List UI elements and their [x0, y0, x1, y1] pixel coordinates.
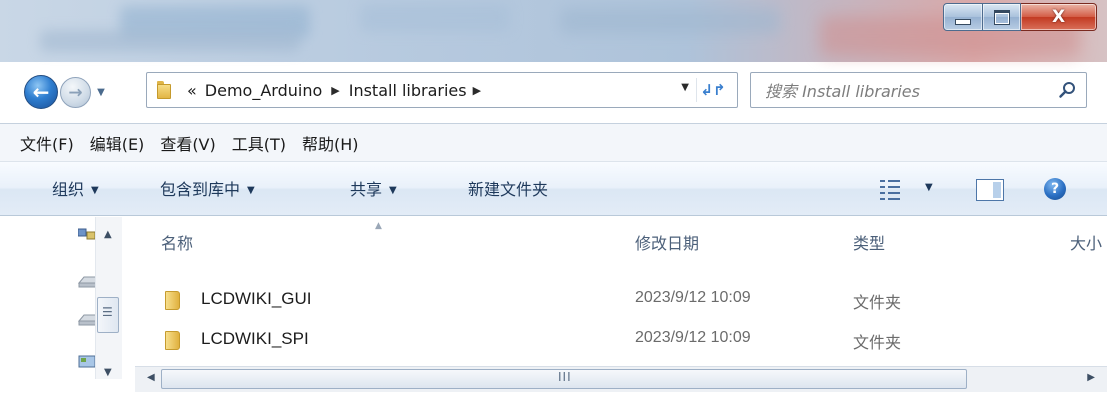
organize-button[interactable]: 组织 ▼: [52, 176, 99, 200]
menu-tools[interactable]: 工具(T): [232, 129, 286, 157]
minimize-icon: [955, 19, 971, 25]
scroll-down-icon[interactable]: ▼: [104, 367, 112, 378]
file-name[interactable]: LCDWIKI_SPI: [201, 329, 309, 349]
help-icon[interactable]: ?: [1044, 178, 1066, 200]
column-header-name[interactable]: 名称: [161, 230, 193, 254]
search-icon[interactable]: [1058, 81, 1076, 99]
scroll-grip: III: [558, 370, 572, 384]
file-date: 2023/9/12 10:09: [635, 289, 751, 306]
nav-scroll-thumb[interactable]: [97, 297, 119, 333]
recent-pages-dropdown[interactable]: ▼: [94, 86, 108, 100]
breadcrumb-install-libraries[interactable]: Install libraries: [349, 81, 467, 100]
include-in-library-button[interactable]: 包含到库中 ▼: [160, 176, 255, 200]
menu-help[interactable]: 帮助(H): [302, 129, 359, 157]
navigation-bar: ← → ▼ « Demo_Arduino ▶ Install libraries…: [0, 68, 1107, 114]
menu-edit[interactable]: 编辑(E): [90, 129, 145, 157]
chevron-right-icon[interactable]: ▶: [473, 84, 481, 97]
address-dropdown-icon[interactable]: ▼: [681, 82, 689, 93]
file-date: 2023/9/12 10:09: [635, 329, 751, 346]
column-header-size[interactable]: 大小: [1070, 230, 1107, 254]
horizontal-scrollbar[interactable]: ◀ III ▶: [135, 366, 1107, 392]
back-button[interactable]: ←: [24, 75, 58, 109]
change-view-icon[interactable]: [880, 178, 900, 200]
table-row[interactable]: LCDWIKI_GUI 2023/9/12 10:09 文件夹: [135, 281, 1107, 317]
chevron-down-icon: ▼: [389, 185, 397, 196]
breadcrumb-overflow[interactable]: «: [187, 81, 197, 100]
help-label: ?: [1050, 181, 1060, 197]
scroll-up-icon[interactable]: ▲: [104, 229, 112, 240]
maximize-icon: [993, 9, 1010, 25]
chevron-right-icon[interactable]: ▶: [331, 84, 339, 97]
glass-background: [40, 30, 300, 52]
close-button[interactable]: X: [1021, 3, 1097, 31]
include-in-library-label: 包含到库中: [160, 180, 241, 199]
column-header-type[interactable]: 类型: [853, 230, 885, 254]
view-options-dropdown[interactable]: ▼: [925, 182, 933, 193]
menu-file[interactable]: 文件(F): [20, 129, 74, 157]
caption-buttons: X: [943, 3, 1097, 34]
nav-pane-bottom: [0, 380, 135, 397]
close-icon: X: [1051, 7, 1066, 27]
refresh-icon[interactable]: ↲↱: [696, 78, 729, 102]
sort-ascending-icon: ▲: [375, 221, 382, 231]
scroll-right-icon[interactable]: ▶: [1087, 372, 1095, 383]
table-row[interactable]: LCDWIKI_SPI 2023/9/12 10:09 文件夹: [135, 321, 1107, 357]
navigation-pane: ▲ ▼: [0, 217, 135, 397]
chevron-down-icon: ▼: [247, 185, 255, 196]
organize-label: 组织: [52, 180, 85, 199]
title-bar[interactable]: X: [0, 0, 1107, 62]
glass-background: [360, 4, 510, 32]
search-box[interactable]: [750, 72, 1087, 108]
folder-icon: [165, 291, 180, 310]
file-type: 文件夹: [853, 295, 902, 312]
search-input[interactable]: [763, 78, 1057, 104]
folder-icon: [157, 81, 171, 99]
chevron-down-icon: ▼: [91, 185, 99, 196]
explorer-window: X ← → ▼ « Demo_Arduino ▶ Install librari…: [0, 0, 1107, 397]
forward-arrow-icon: →: [68, 82, 83, 103]
scroll-left-icon[interactable]: ◀: [147, 372, 155, 383]
menu-bar: 文件(F) 编辑(E) 查看(V) 工具(T) 帮助(H): [0, 123, 1107, 162]
minimize-button[interactable]: [943, 3, 983, 31]
new-folder-label: 新建文件夹: [468, 180, 549, 199]
share-label: 共享: [350, 180, 383, 199]
file-list: ▲ 名称 修改日期 类型 大小 LCDWIKI_GUI 2023/9/12 10…: [135, 217, 1107, 367]
glass-background: [560, 8, 780, 34]
command-bar: 组织 ▼ 包含到库中 ▼ 共享 ▼ 新建文件夹 ▼ ?: [0, 162, 1107, 216]
maximize-button[interactable]: [983, 3, 1021, 31]
address-bar[interactable]: « Demo_Arduino ▶ Install libraries ▶ ▼ ↲…: [146, 72, 738, 108]
file-type: 文件夹: [853, 335, 902, 352]
new-folder-button[interactable]: 新建文件夹: [468, 176, 548, 200]
chevron-down-icon: ▼: [97, 87, 105, 98]
column-header-date[interactable]: 修改日期: [635, 230, 699, 254]
back-arrow-icon: ←: [32, 80, 50, 104]
menu-view[interactable]: 查看(V): [160, 129, 215, 157]
file-name[interactable]: LCDWIKI_GUI: [201, 289, 312, 309]
horizontal-scroll-thumb[interactable]: III: [161, 369, 967, 389]
breadcrumb-demo-arduino[interactable]: Demo_Arduino: [205, 81, 322, 100]
forward-button[interactable]: →: [60, 77, 91, 108]
preview-pane-icon[interactable]: [976, 179, 1004, 201]
share-button[interactable]: 共享 ▼: [350, 176, 397, 200]
folder-icon: [165, 331, 180, 350]
